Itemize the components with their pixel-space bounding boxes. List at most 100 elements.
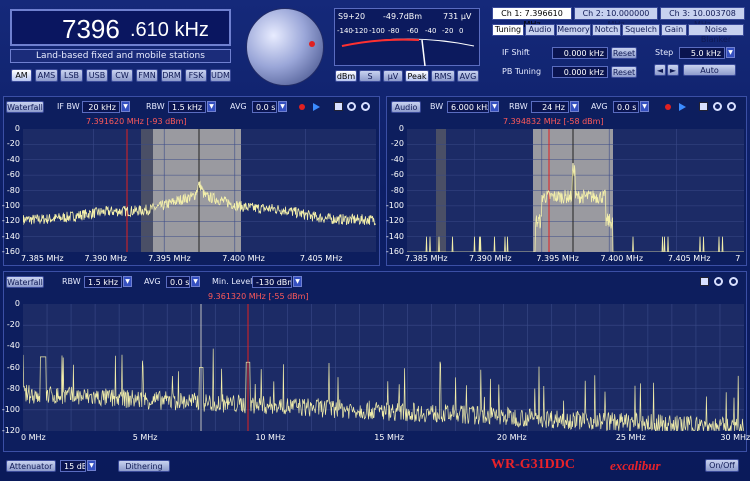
- tab-audio[interactable]: Audio: [525, 24, 555, 36]
- tab-memory[interactable]: Memory: [556, 24, 591, 36]
- meter-s-button[interactable]: S: [359, 70, 381, 82]
- mode-button-usb[interactable]: USB: [86, 69, 108, 82]
- if-shift-reset-button[interactable]: Reset: [611, 47, 637, 59]
- wideband-spectrum-plot[interactable]: [23, 304, 744, 431]
- if-spectrum-plot[interactable]: [23, 129, 376, 252]
- meter-dbm-button[interactable]: dBm: [335, 70, 357, 82]
- attenuator-dropdown-icon[interactable]: ▼: [87, 460, 96, 471]
- tab-squelch[interactable]: Squelch: [622, 24, 660, 36]
- wb-avg-dropdown-icon[interactable]: ▼: [191, 276, 200, 287]
- channel-tab-3[interactable]: Ch 3: 10.003708 MHz: [660, 7, 745, 29]
- x-tick-label: 7.400 MHz: [600, 254, 644, 263]
- mode-button-udm[interactable]: UDM: [210, 69, 231, 82]
- step-dropdown-icon[interactable]: ▼: [726, 47, 735, 58]
- dithering-button[interactable]: Dithering: [118, 460, 170, 472]
- wb-avg-field[interactable]: 0.0 s: [166, 276, 190, 288]
- tab-notch[interactable]: Notch: [592, 24, 621, 36]
- audio-save-icon[interactable]: [699, 102, 708, 111]
- audio-zoom-out-icon[interactable]: [727, 102, 736, 111]
- mode-button-fmn[interactable]: FMN: [136, 69, 158, 82]
- audio-rbw-field[interactable]: 24 Hz: [531, 101, 569, 113]
- audio-button[interactable]: Audio: [391, 101, 421, 113]
- audio-bw-field[interactable]: 6.000 kHz: [447, 101, 489, 113]
- if-rbw-dropdown-icon[interactable]: ▼: [207, 101, 216, 112]
- audio-play-icon[interactable]: [679, 103, 686, 111]
- frequency-display[interactable]: 7396 .610 kHz: [10, 9, 231, 46]
- if-record-icon[interactable]: [299, 104, 305, 110]
- tab-tuning[interactable]: Tuning: [492, 24, 524, 36]
- wb-marker-label: 9.361320 MHz [-55 dBm]: [208, 292, 309, 301]
- if-bw-dropdown-icon[interactable]: ▼: [121, 101, 130, 112]
- wb-spectrum-svg: [23, 304, 744, 431]
- if-shift-field[interactable]: 0.000 kHz: [552, 47, 608, 59]
- y-tick-label: -80: [390, 185, 404, 195]
- mode-button-lsb[interactable]: LSB: [60, 69, 83, 82]
- audio-zoom-in-icon[interactable]: [713, 102, 722, 111]
- if-avg-dropdown-icon[interactable]: ▼: [278, 101, 287, 112]
- tuning-knob[interactable]: [246, 8, 324, 86]
- mode-button-cw[interactable]: CW: [111, 69, 133, 82]
- step-field[interactable]: 5.0 kHz: [679, 47, 725, 59]
- x-tick-label: 7.405 MHz: [299, 254, 343, 263]
- y-tick-label: -40: [6, 154, 20, 164]
- wb-minlevel-dropdown-icon[interactable]: ▼: [293, 276, 302, 287]
- if-rbw-label: RBW: [146, 102, 165, 111]
- wb-rbw-field[interactable]: 1.5 kHz: [84, 276, 122, 288]
- step-up-button[interactable]: ►: [667, 64, 679, 76]
- y-tick-label: -120: [385, 216, 404, 226]
- if-zoom-out-icon[interactable]: [361, 102, 370, 111]
- mode-button-ams[interactable]: AMS: [35, 69, 58, 82]
- audio-avg-dropdown-icon[interactable]: ▼: [640, 101, 649, 112]
- if-save-icon[interactable]: [334, 102, 343, 111]
- pb-tuning-reset-button[interactable]: Reset: [611, 66, 637, 78]
- y-tick-label: -60: [390, 170, 404, 180]
- auto-button[interactable]: Auto: [683, 64, 736, 76]
- wb-save-icon[interactable]: [700, 277, 709, 286]
- meter-peak-button[interactable]: Peak: [405, 70, 429, 82]
- if-rbw-field[interactable]: 1.5 kHz: [168, 101, 206, 113]
- power-button[interactable]: On/Off: [705, 459, 739, 472]
- y-tick-label: -100: [1, 404, 20, 414]
- attenuator-button[interactable]: Attenuator: [6, 460, 56, 472]
- x-tick-label: 7.390 MHz: [469, 254, 512, 263]
- audio-bw-dropdown-icon[interactable]: ▼: [490, 101, 499, 112]
- mode-button-drm[interactable]: DRM: [161, 69, 182, 82]
- y-tick-label: -120: [1, 216, 20, 226]
- meter-uv-button[interactable]: µV: [383, 70, 403, 82]
- channel-tab-2[interactable]: Ch 2: 10.000000 MHz: [574, 7, 658, 29]
- if-play-icon[interactable]: [313, 103, 320, 111]
- if-avg-field[interactable]: 0.0 s: [252, 101, 277, 113]
- s-level-label: S9+20: [338, 12, 366, 21]
- meter-avg-button[interactable]: AVG: [457, 70, 479, 82]
- attenuator-field[interactable]: 15 dB: [60, 460, 86, 472]
- x-tick-label: 7.395 MHz: [536, 254, 579, 263]
- wb-rbw-dropdown-icon[interactable]: ▼: [123, 276, 132, 287]
- meter-rms-button[interactable]: RMS: [431, 70, 455, 82]
- tab-noise-blanker[interactable]: Noise Blanker: [688, 24, 744, 44]
- audio-spectrum-plot[interactable]: [407, 129, 744, 252]
- x-tick-label: 7.400 MHz: [222, 254, 265, 263]
- wb-zoom-out-icon[interactable]: [729, 277, 738, 286]
- if-waterfall-button[interactable]: Waterfall: [6, 101, 44, 113]
- wb-zoom-in-icon[interactable]: [714, 277, 723, 286]
- wb-waterfall-button[interactable]: Waterfall: [6, 276, 44, 288]
- y-tick-label: 0: [14, 124, 20, 133]
- step-down-button[interactable]: ◄: [654, 64, 666, 76]
- mode-button-fsk[interactable]: FSK: [185, 69, 207, 82]
- x-tick-label: 30 MHz: [720, 433, 750, 442]
- wb-minlevel-field[interactable]: -130 dBm: [252, 276, 292, 288]
- mode-button-am[interactable]: AM: [11, 69, 32, 82]
- y-tick-label: -100: [1, 200, 20, 210]
- x-tick-label: 10 MHz: [255, 433, 286, 442]
- channel-tab-1[interactable]: Ch 1: 7.396610 MHz: [492, 7, 572, 29]
- pb-tuning-field[interactable]: 0.000 kHz: [552, 66, 608, 78]
- audio-rbw-dropdown-icon[interactable]: ▼: [570, 101, 579, 112]
- y-tick-label: -60: [6, 362, 20, 372]
- audio-avg-field[interactable]: 0.0 s: [613, 101, 639, 113]
- if-bw-field[interactable]: 20 kHz: [82, 101, 120, 113]
- audio-record-icon[interactable]: [665, 104, 671, 110]
- if-zoom-in-icon[interactable]: [347, 102, 356, 111]
- y-tick-label: -80: [6, 185, 20, 195]
- x-tick-label: 25 MHz: [615, 433, 646, 442]
- tab-gain[interactable]: Gain: [661, 24, 687, 36]
